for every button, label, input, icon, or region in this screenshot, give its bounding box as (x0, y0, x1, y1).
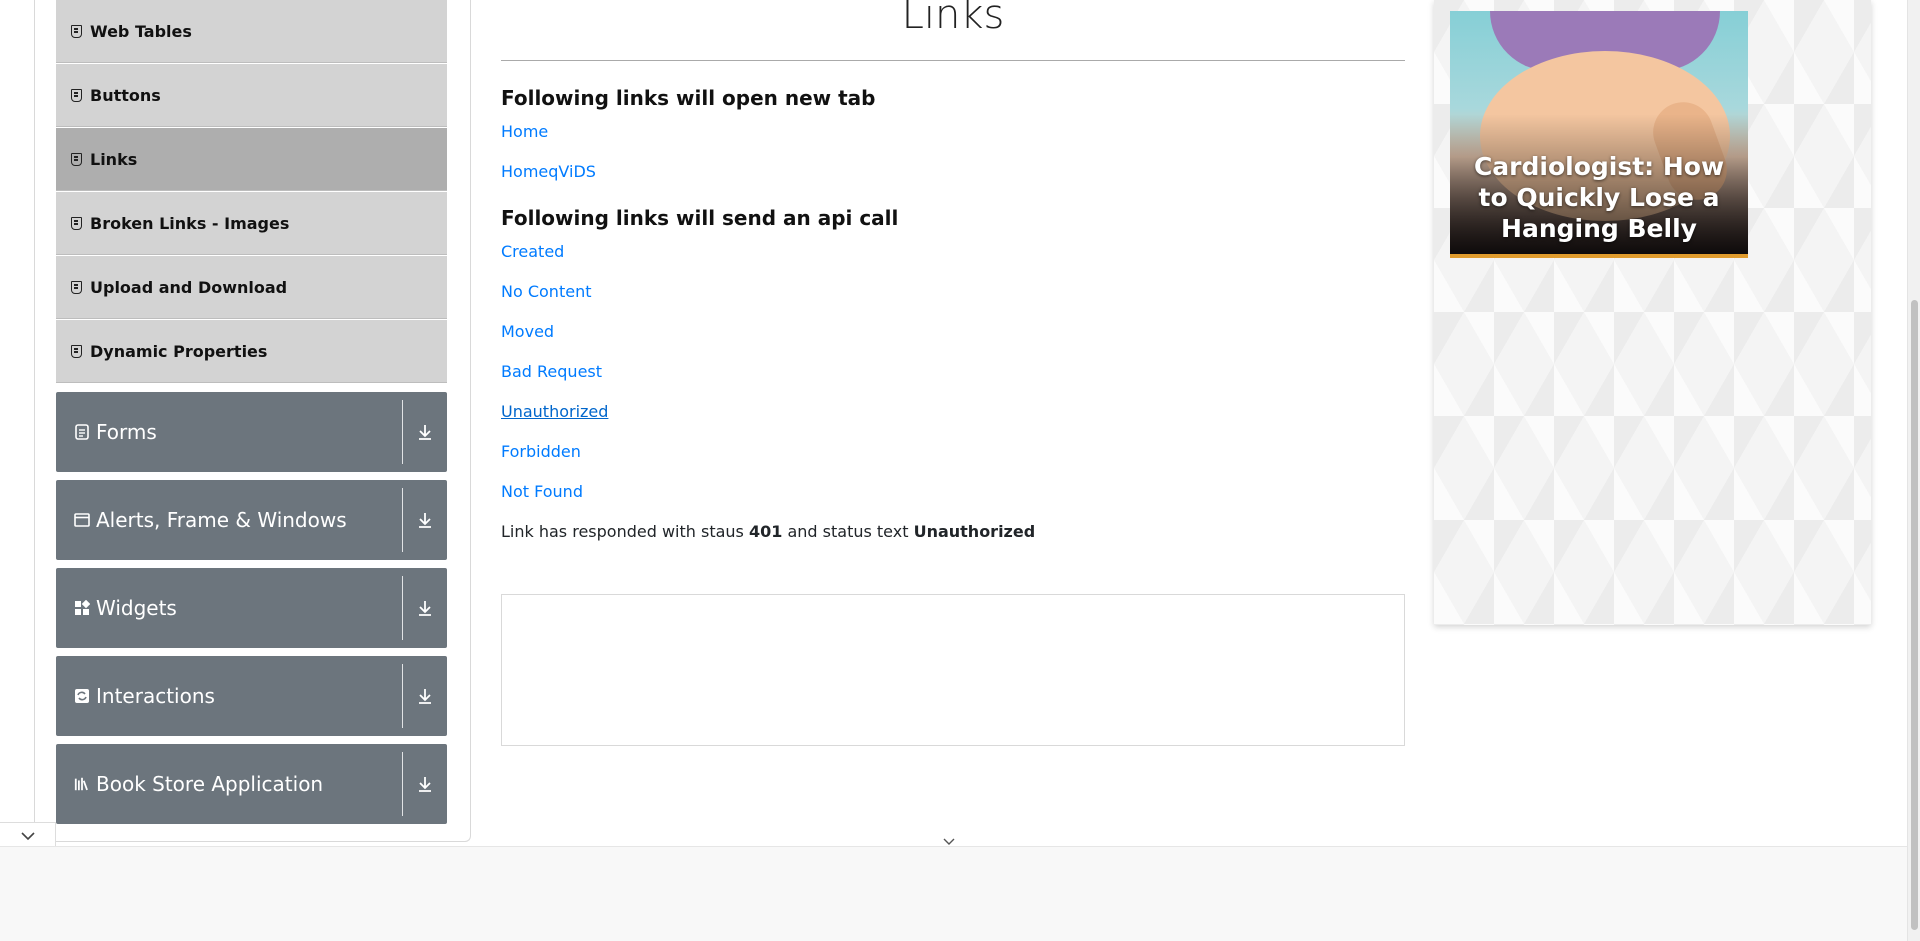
group-label: Interactions (96, 684, 215, 708)
interactions-icon (74, 688, 90, 704)
api-heading: Following links will send an api call (501, 206, 899, 230)
elements-sub-menu: Web Tables Buttons Links Broken Links - … (56, 0, 447, 384)
page: Web Tables Buttons Links Broken Links - … (0, 0, 1920, 941)
link-response: Link has responded with staus 401 and st… (501, 512, 1405, 552)
divider (402, 488, 403, 552)
link-unauthorized[interactable]: Unauthorized (501, 392, 1405, 432)
ad-headline: Cardiologist: How to Quickly Lose a Hang… (1473, 152, 1725, 243)
group-header-alerts[interactable]: Alerts, Frame & Windows (56, 480, 447, 560)
menu-item-upload-download[interactable]: Upload and Download (56, 256, 447, 318)
html5-icon (70, 152, 82, 166)
menu-item-label: Links (90, 149, 138, 169)
html5-icon (70, 24, 82, 38)
page-title: Links (901, 0, 1005, 38)
main-content: Links Following links will open new tab … (501, 0, 1405, 746)
collapse-toggle[interactable] (0, 822, 56, 848)
group-label: Forms (96, 420, 157, 444)
chevron-down-icon (20, 831, 35, 840)
response-middle: and status text (787, 522, 909, 541)
link-created[interactable]: Created (501, 232, 1405, 272)
divider (402, 664, 403, 728)
scrollbar[interactable] (1907, 0, 1920, 941)
menu-item-label: Web Tables (90, 21, 192, 41)
download-icon[interactable] (413, 508, 437, 532)
group-label: Widgets (96, 596, 177, 620)
group-label: Book Store Application (96, 772, 324, 796)
response-status-code: 401 (748, 522, 783, 541)
group-label: Alerts, Frame & Windows (96, 508, 347, 532)
new-tab-heading: Following links will open new tab (501, 86, 876, 110)
footer-chevron[interactable] (940, 833, 958, 847)
link-home[interactable]: Home (501, 112, 1405, 152)
group-header-book-store[interactable]: Book Store Application (56, 744, 447, 824)
html5-icon (70, 216, 82, 230)
link-moved[interactable]: Moved (501, 312, 1405, 352)
group-header-interactions[interactable]: Interactions (56, 656, 447, 736)
link-bad-request[interactable]: Bad Request (501, 352, 1405, 392)
menu-item-label: Upload and Download (90, 277, 288, 297)
books-icon (74, 776, 90, 792)
menu-item-label: Broken Links - Images (90, 213, 290, 233)
menu-item-links[interactable]: Links (56, 128, 447, 190)
menu-item-label: Dynamic Properties (90, 341, 268, 361)
link-no-content[interactable]: No Content (501, 272, 1405, 312)
menu-item-web-tables[interactable]: Web Tables (56, 0, 447, 62)
divider (402, 400, 403, 464)
link-not-found[interactable]: Not Found (501, 472, 1405, 512)
widgets-icon (74, 600, 90, 616)
title-divider (501, 60, 1405, 61)
form-icon (74, 424, 90, 440)
html5-icon (70, 280, 82, 294)
download-icon[interactable] (413, 772, 437, 796)
ad-placeholder (501, 594, 1405, 746)
window-icon (74, 512, 90, 528)
divider (402, 752, 403, 816)
response-status-text: Unauthorized (913, 522, 1036, 541)
download-icon[interactable] (413, 596, 437, 620)
menu-item-dynamic-properties[interactable]: Dynamic Properties (56, 320, 447, 382)
scrollbar-thumb[interactable] (1911, 300, 1918, 930)
right-ad-column: Cardiologist: How to Quickly Lose a Hang… (1434, 0, 1871, 625)
sidebar-groups: Forms Alerts, Frame & Windows Widgets In… (56, 392, 447, 832)
html5-icon (70, 344, 82, 358)
menu-item-label: Buttons (90, 85, 161, 105)
download-icon[interactable] (413, 420, 437, 444)
divider (402, 576, 403, 640)
response-prefix: Link has responded with staus (501, 522, 744, 541)
download-icon[interactable] (413, 684, 437, 708)
group-header-forms[interactable]: Forms (56, 392, 447, 472)
ad-banner[interactable]: Cardiologist: How to Quickly Lose a Hang… (1450, 11, 1748, 258)
html5-icon (70, 88, 82, 102)
menu-item-broken-links[interactable]: Broken Links - Images (56, 192, 447, 254)
link-home-dynamic[interactable]: HomeqViDS (501, 152, 1405, 192)
menu-item-buttons[interactable]: Buttons (56, 64, 447, 126)
group-header-widgets[interactable]: Widgets (56, 568, 447, 648)
link-forbidden[interactable]: Forbidden (501, 432, 1405, 472)
bottom-ad-bar (0, 846, 1907, 941)
